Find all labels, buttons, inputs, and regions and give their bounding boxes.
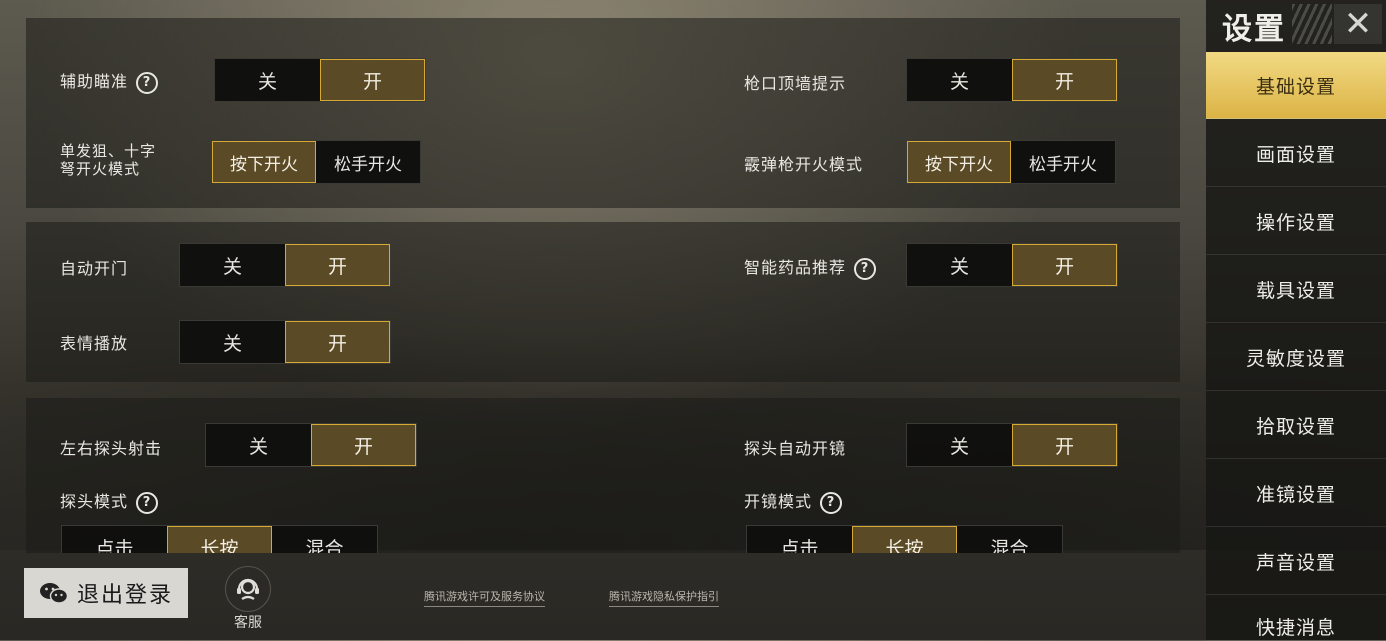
auto-door-label: 自动开门	[60, 259, 129, 278]
peek-mode-label: 探头模式?	[60, 488, 159, 514]
shotgun-fire-mode: 按下开火 松手开火	[906, 140, 1116, 184]
nav-pickup-settings[interactable]: 拾取设置	[1206, 392, 1386, 459]
auto-door-toggle: 关 开	[179, 243, 391, 287]
scope-mode-mixed-button[interactable]: 混合	[957, 526, 1062, 553]
nav-sound-settings[interactable]: 声音设置	[1206, 528, 1386, 595]
shotgun-press-fire-button[interactable]: 按下开火	[907, 141, 1011, 183]
help-icon[interactable]: ?	[136, 491, 159, 514]
settings-panel-peek: 左右探头射击 关 开 探头自动开镜 关 开 探头模式? 点击 长按 混合 开镜模…	[26, 398, 1180, 553]
peek-scope-toggle: 关 开	[906, 423, 1118, 467]
peek-mode-hold-button[interactable]: 长按	[167, 526, 272, 553]
customer-service-button[interactable]: 客服	[218, 566, 278, 631]
muzzle-hint-toggle: 关 开	[906, 58, 1118, 102]
peek-mode-selector: 点击 长按 混合	[61, 525, 378, 553]
peek-fire-on-button[interactable]: 开	[311, 424, 416, 466]
scope-mode-label: 开镜模式?	[744, 488, 843, 514]
emote-play-toggle: 关 开	[179, 320, 391, 364]
peek-scope-on-button[interactable]: 开	[1012, 424, 1117, 466]
release-fire-button[interactable]: 松手开火	[316, 141, 420, 183]
smart-meds-label: 智能药品推荐?	[744, 254, 877, 280]
peek-fire-off-button[interactable]: 关	[206, 424, 311, 466]
logout-button[interactable]: 退出登录	[24, 568, 188, 618]
privacy-policy-link[interactable]: 腾讯游戏隐私保护指引	[609, 588, 719, 607]
help-icon[interactable]: ?	[136, 71, 159, 94]
headset-icon	[225, 566, 271, 612]
emote-play-off-button[interactable]: 关	[180, 321, 285, 363]
sniper-fire-mode: 按下开火 松手开火	[211, 140, 421, 184]
smart-meds-toggle: 关 开	[906, 243, 1118, 287]
sniper-fire-label: 单发狙、十字 弩开火模式	[60, 142, 157, 178]
close-icon[interactable]: ✕	[1334, 4, 1382, 44]
scope-mode-selector: 点击 长按 混合	[746, 525, 1063, 553]
muzzle-hint-on-button[interactable]: 开	[1012, 59, 1117, 101]
shotgun-fire-label: 霰弹枪开火模式	[744, 155, 864, 174]
nav-vehicle-settings[interactable]: 载具设置	[1206, 256, 1386, 323]
wechat-icon	[39, 581, 69, 605]
customer-service-label: 客服	[234, 615, 262, 631]
peek-fire-label: 左右探头射击	[60, 439, 163, 458]
auto-door-on-button[interactable]: 开	[285, 244, 390, 286]
smart-meds-off-button[interactable]: 关	[907, 244, 1012, 286]
scope-mode-tap-button[interactable]: 点击	[747, 526, 852, 553]
aim-assist-toggle: 关 开	[214, 58, 426, 102]
help-icon[interactable]: ?	[820, 491, 843, 514]
peek-mode-mixed-button[interactable]: 混合	[272, 526, 377, 553]
smart-meds-on-button[interactable]: 开	[1012, 244, 1117, 286]
aim-assist-off-button[interactable]: 关	[215, 59, 320, 101]
peek-scope-off-button[interactable]: 关	[907, 424, 1012, 466]
license-agreement-link[interactable]: 腾讯游戏许可及服务协议	[424, 588, 545, 607]
press-fire-button[interactable]: 按下开火	[212, 141, 316, 183]
settings-title: 设置	[1222, 12, 1286, 47]
scope-mode-hold-button[interactable]: 长按	[852, 526, 957, 553]
muzzle-hint-label: 枪口顶墙提示	[744, 74, 847, 93]
peek-scope-label: 探头自动开镜	[744, 439, 847, 458]
aim-assist-label: 辅助瞄准?	[60, 68, 159, 94]
shotgun-release-fire-button[interactable]: 松手开火	[1011, 141, 1115, 183]
aim-assist-on-button[interactable]: 开	[320, 59, 425, 101]
decorative-stripes	[1292, 4, 1332, 44]
nav-controls-settings[interactable]: 操作设置	[1206, 188, 1386, 255]
peek-mode-tap-button[interactable]: 点击	[62, 526, 167, 553]
help-icon[interactable]: ?	[854, 257, 877, 280]
nav-scope-settings[interactable]: 准镜设置	[1206, 460, 1386, 527]
emote-play-on-button[interactable]: 开	[285, 321, 390, 363]
nav-graphics-settings[interactable]: 画面设置	[1206, 120, 1386, 187]
muzzle-hint-off-button[interactable]: 关	[907, 59, 1012, 101]
nav-basic-settings[interactable]: 基础设置	[1206, 52, 1386, 119]
nav-quick-messages[interactable]: 快捷消息	[1206, 596, 1386, 641]
auto-door-off-button[interactable]: 关	[180, 244, 285, 286]
peek-fire-toggle: 关 开	[205, 423, 417, 467]
nav-sensitivity-settings[interactable]: 灵敏度设置	[1206, 324, 1386, 391]
logout-label: 退出登录	[76, 583, 173, 608]
emote-play-label: 表情播放	[60, 334, 129, 353]
